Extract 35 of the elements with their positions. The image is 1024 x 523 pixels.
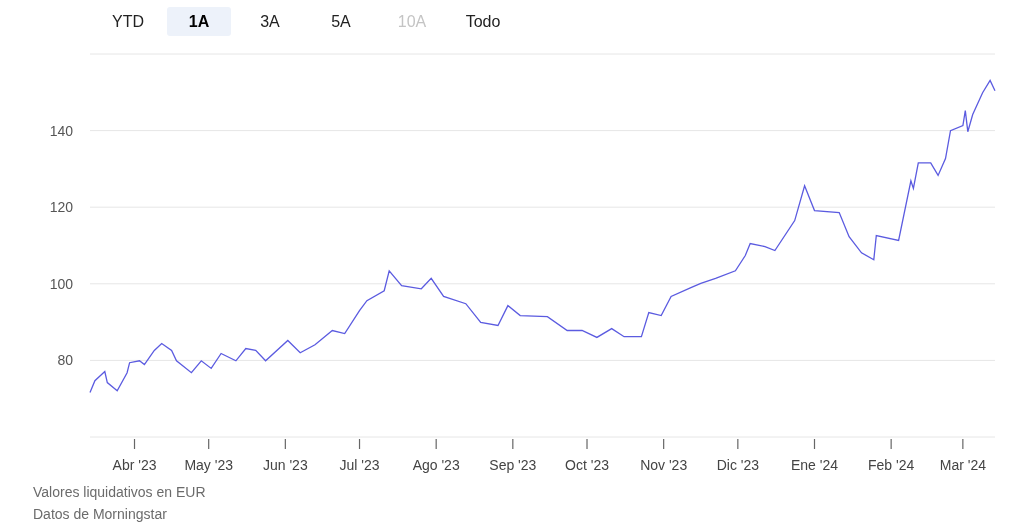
x-axis-label: Nov '23 (640, 457, 688, 473)
tick-mark (208, 438, 210, 450)
x-axis-label: Ago '23 (412, 457, 460, 473)
x-axis-label: Mar '24 (939, 457, 986, 473)
tick-mark (663, 438, 665, 450)
range-button[interactable]: YTD (96, 7, 160, 36)
footnote-text: Datos de Morningstar (33, 505, 168, 523)
tick-mark (284, 438, 286, 450)
x-axis-label: Feb '24 (868, 457, 915, 473)
tick-mark (586, 438, 588, 450)
x-axis-label: Sep '23 (489, 457, 537, 473)
tick-mark (962, 438, 964, 450)
tick-mark (813, 438, 816, 450)
x-axis-label: Dic '23 (716, 457, 759, 473)
range-button[interactable]: 1A (167, 7, 231, 36)
range-button[interactable]: 3A (238, 7, 302, 36)
footnote-text: Valores liquidativos en EUR (33, 483, 207, 502)
x-axis-label: Jun '23 (263, 457, 308, 473)
y-axis-label: 100 (49, 275, 73, 292)
tick-mark (358, 438, 361, 450)
tick-mark (435, 438, 437, 450)
range-button[interactable]: Todo (451, 7, 515, 36)
x-axis-label: Oct '23 (565, 457, 609, 473)
x-axis-label: May '23 (184, 457, 233, 473)
tick-mark (737, 438, 739, 450)
tick-mark (890, 438, 892, 450)
y-axis-label: 80 (57, 352, 73, 369)
x-axis-label: Ene '24 (790, 457, 838, 473)
y-axis-label: 120 (49, 199, 73, 216)
range-button[interactable]: 5A (309, 7, 373, 36)
x-axis-label: Jul '23 (339, 457, 380, 473)
x-axis-label: Abr '23 (112, 457, 157, 473)
y-axis-label: 140 (49, 122, 73, 139)
tick-mark (512, 438, 514, 450)
tick-mark (133, 438, 136, 450)
